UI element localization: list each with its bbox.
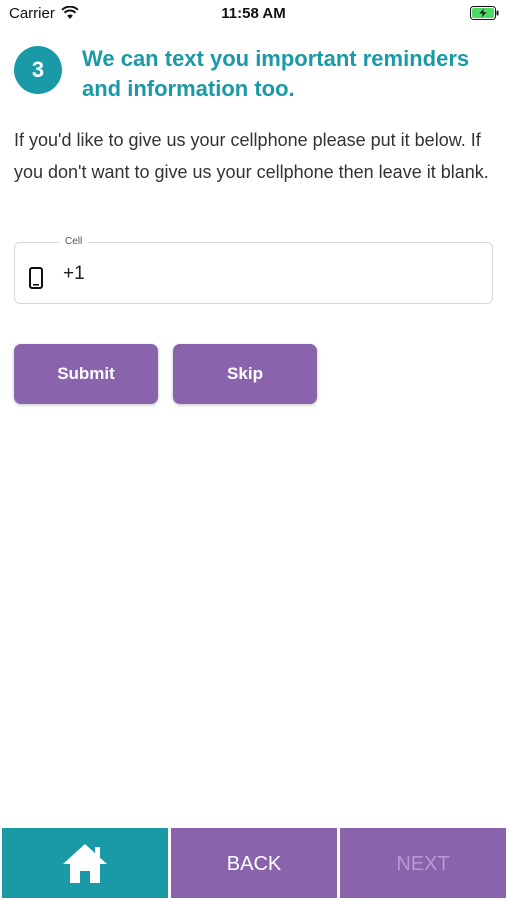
home-button[interactable] xyxy=(2,828,168,898)
battery-charging-icon xyxy=(470,6,500,25)
cell-phone-input[interactable] xyxy=(61,259,465,289)
skip-button[interactable]: Skip xyxy=(173,344,317,404)
page-title: We can text you important reminders and … xyxy=(82,46,470,101)
home-icon xyxy=(61,842,109,889)
next-button[interactable]: NEXT xyxy=(340,828,506,898)
cell-field-label: Cell xyxy=(59,236,89,248)
status-bar: Carrier 11:58 AM xyxy=(0,0,507,28)
status-time: 11:58 AM xyxy=(221,5,286,22)
step-number-badge: 3 xyxy=(14,46,62,94)
back-button[interactable]: BACK xyxy=(171,828,337,898)
instructions-text: If you'd like to give us your cellphone … xyxy=(14,130,489,182)
submit-button[interactable]: Submit xyxy=(14,344,158,404)
cell-field[interactable]: Cell xyxy=(14,236,493,304)
bottom-navigation: BACK NEXT xyxy=(0,828,507,900)
mobile-phone-icon xyxy=(29,267,43,294)
